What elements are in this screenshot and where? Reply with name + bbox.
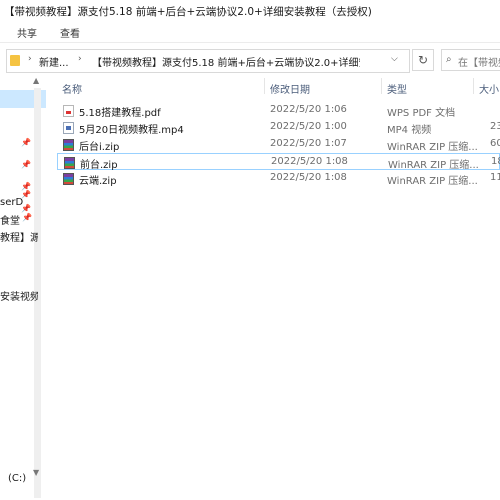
address-bar[interactable]: › 新建... › 【带视频教程】源支付5.18 前端+后台+云端协议2.0+详…: [6, 49, 410, 73]
file-type: WPS PDF 文档: [387, 108, 456, 119]
file-size: 11: [490, 172, 500, 183]
zip-archive-icon: [63, 139, 74, 151]
file-name: 5月20日视频教程.mp4: [79, 125, 184, 136]
tab-share[interactable]: 共享: [17, 25, 37, 40]
file-row[interactable]: 后台i.zip 2022/5/20 1:07 WinRAR ZIP 压缩... …: [57, 136, 500, 153]
file-size: 234: [490, 121, 500, 132]
breadcrumb-chevron-icon[interactable]: ›: [78, 54, 82, 64]
refresh-icon: ↻: [417, 53, 429, 67]
file-name: 后台i.zip: [79, 142, 120, 153]
pdf-file-icon: [63, 105, 74, 117]
tab-view[interactable]: 查看: [60, 25, 80, 40]
file-date: 2022/5/20 1:00: [270, 121, 347, 132]
file-list: 名称 修改日期 类型 大小 5.18搭建教程.pdf 2022/5/20 1:0…: [46, 76, 500, 500]
pin-icon: 📌: [21, 190, 31, 199]
breadcrumb-item-current[interactable]: 【带视频教程】源支付5.18 前端+后台+云端协议2.0+详细安...: [92, 54, 360, 69]
scroll-up-arrow-icon[interactable]: ▲: [33, 76, 39, 85]
file-date: 2022/5/20 1:08: [270, 172, 347, 183]
search-input[interactable]: ⌕ 在【带视频教: [441, 49, 500, 71]
file-name: 5.18搭建教程.pdf: [79, 108, 161, 119]
file-row-focused[interactable]: 前台.zip 2022/5/20 1:08 WinRAR ZIP 压缩... 1…: [57, 153, 500, 171]
breadcrumb-item-parent[interactable]: 新建...: [39, 54, 69, 69]
search-icon: ⌕: [446, 54, 452, 65]
file-type: WinRAR ZIP 压缩...: [387, 176, 477, 187]
nav-item-drive-c[interactable]: (C:): [8, 473, 46, 484]
ribbon-tabs: 共享 查看: [0, 20, 500, 43]
file-type: WinRAR ZIP 压缩...: [387, 142, 477, 153]
zip-archive-icon: [64, 157, 75, 169]
file-row[interactable]: 5.18搭建教程.pdf 2022/5/20 1:06 WPS PDF 文档: [57, 102, 500, 119]
chevron-down-icon[interactable]: ⌵: [391, 54, 398, 64]
column-divider[interactable]: [473, 78, 474, 94]
file-type: MP4 视频: [387, 125, 432, 136]
column-header-size[interactable]: 大小: [479, 81, 499, 96]
column-header-name[interactable]: 名称: [62, 81, 82, 96]
column-divider[interactable]: [264, 78, 265, 94]
folder-icon: [10, 55, 20, 66]
file-name: 云端.zip: [79, 176, 117, 187]
title-bar: 【带视频教程】源支付5.18 前端+后台+云端协议2.0+详细安装教程（去授权): [0, 0, 500, 20]
nav-item[interactable]: 安装视频: [0, 288, 38, 303]
column-header-type[interactable]: 类型: [387, 81, 407, 96]
pin-icon: 📌: [21, 160, 31, 169]
file-date: 2022/5/20 1:06: [270, 104, 347, 115]
video-file-icon: [63, 122, 74, 134]
address-row: › 新建... › 【带视频教程】源支付5.18 前端+后台+云端协议2.0+详…: [0, 43, 500, 76]
nav-item[interactable]: 教程】源: [0, 229, 38, 244]
file-size: 60: [490, 138, 500, 149]
window-title: 【带视频教程】源支付5.18 前端+后台+云端协议2.0+详细安装教程（去授权): [4, 6, 372, 18]
navigation-pane: ▲ 📌 📌 📌 📌 serD 📌 食堂 📌 教程】源 安装视频 (C:) ▼: [0, 76, 46, 500]
nav-item[interactable]: 食堂: [0, 212, 38, 227]
breadcrumb-chevron-icon[interactable]: ›: [28, 54, 32, 64]
search-placeholder: 在【带视频教: [458, 58, 500, 69]
column-header-date[interactable]: 修改日期: [270, 81, 310, 96]
zip-archive-icon: [63, 173, 74, 185]
file-row[interactable]: 云端.zip 2022/5/20 1:08 WinRAR ZIP 压缩... 1…: [57, 170, 500, 187]
file-name: 前台.zip: [80, 160, 118, 171]
pin-icon: 📌: [22, 213, 32, 222]
pin-icon: 📌: [21, 138, 31, 147]
file-date: 2022/5/20 1:08: [271, 156, 348, 167]
column-divider[interactable]: [381, 78, 382, 94]
refresh-button[interactable]: ↻: [412, 49, 434, 71]
file-date: 2022/5/20 1:07: [270, 138, 347, 149]
nav-item[interactable]: serD: [0, 197, 38, 208]
file-size: 18: [491, 156, 500, 167]
file-row[interactable]: 5月20日视频教程.mp4 2022/5/20 1:00 MP4 视频 234: [57, 119, 500, 136]
scroll-down-arrow-icon[interactable]: ▼: [33, 468, 39, 477]
file-type: WinRAR ZIP 压缩...: [388, 160, 478, 171]
